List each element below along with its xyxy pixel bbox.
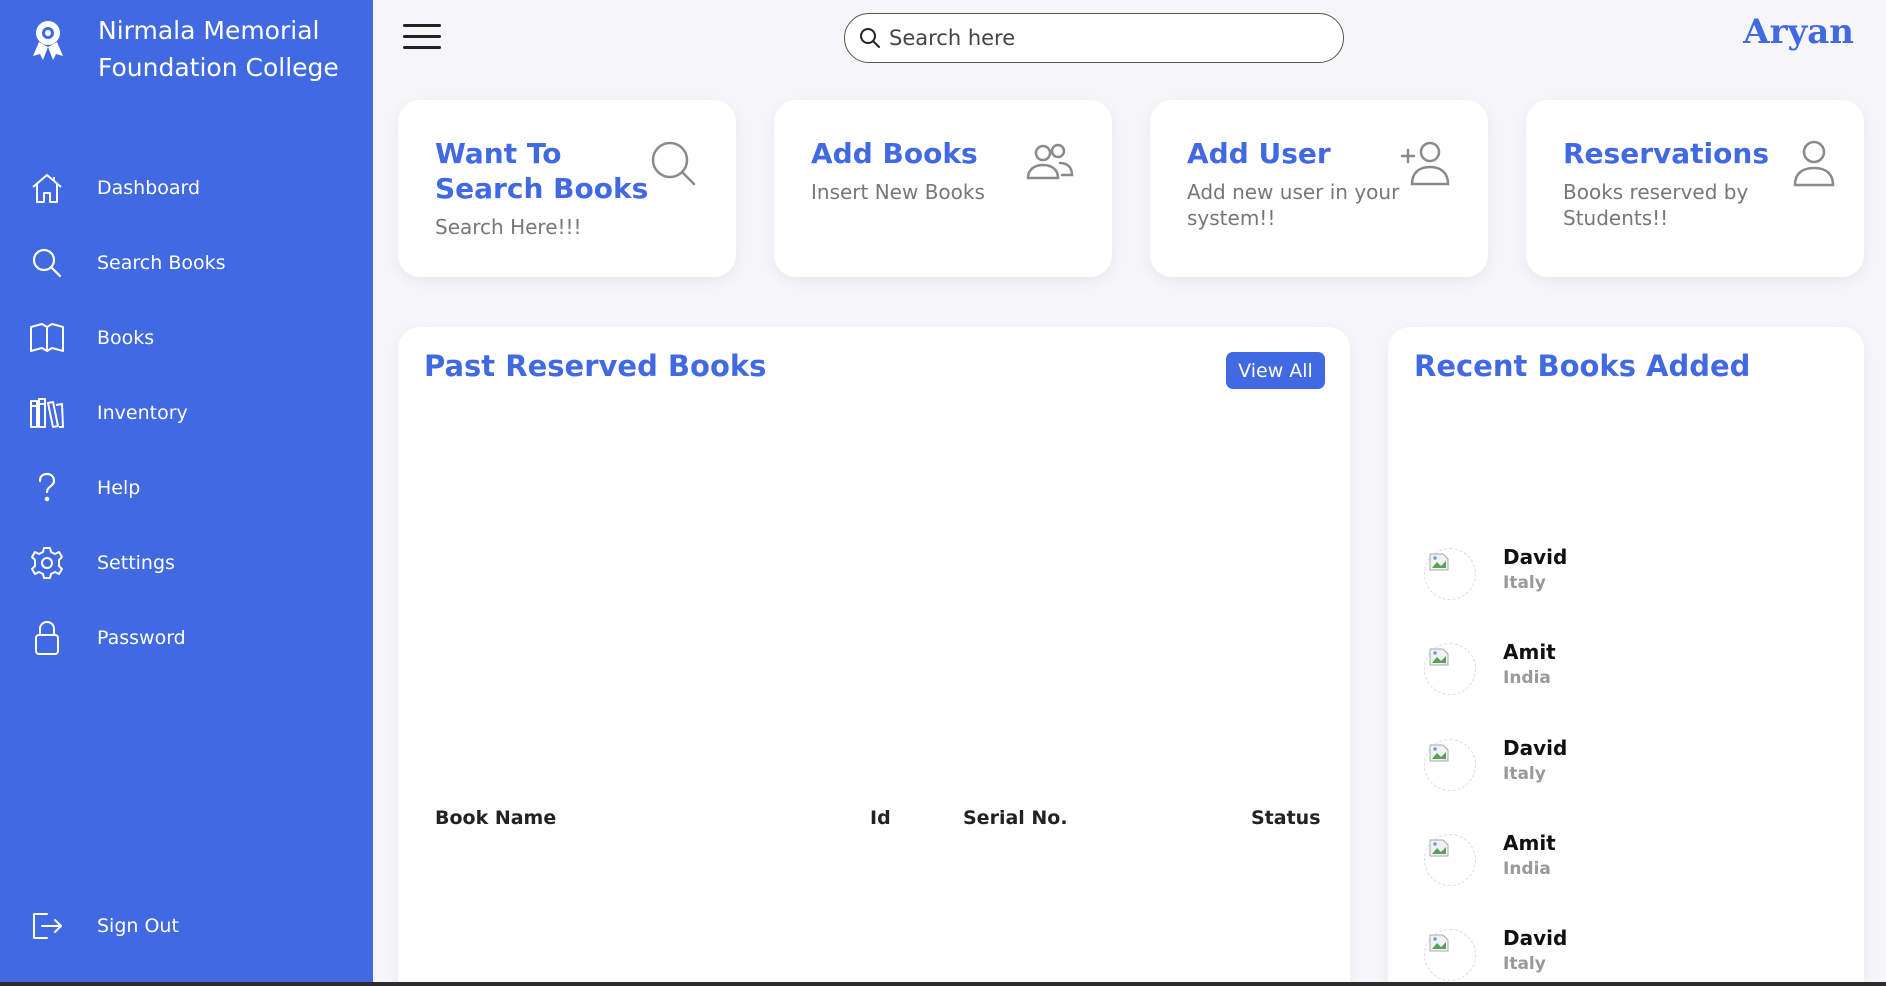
recent-item-name: Amit	[1503, 640, 1556, 664]
list-item[interactable]: Amit India	[1424, 831, 1824, 891]
card-title: Reservations	[1563, 137, 1769, 170]
avatar	[1424, 929, 1476, 981]
sign-out-label: Sign Out	[97, 914, 179, 937]
column-header-serial-no[interactable]: Serial No.	[963, 807, 1068, 829]
avatar	[1424, 643, 1476, 695]
column-header-id[interactable]: Id	[870, 807, 891, 829]
recent-item-country: Italy	[1503, 573, 1546, 593]
window-bottom-edge	[0, 982, 1886, 986]
sidebar-item-label: Help	[97, 476, 141, 499]
sidebar-item-label: Inventory	[97, 401, 188, 424]
card-reservations[interactable]: Reservations Books reserved by Students!…	[1526, 100, 1864, 277]
avatar	[1424, 739, 1476, 791]
card-add-user[interactable]: Add User Add new user in your system!!	[1150, 100, 1488, 277]
users-icon	[1026, 143, 1074, 180]
card-search-books[interactable]: Want To Search Books Search Here!!!	[398, 100, 736, 277]
menu-toggle-button[interactable]	[403, 24, 443, 52]
card-title: Add Books	[811, 137, 978, 170]
help-icon	[28, 469, 66, 507]
card-subtitle: Insert New Books	[811, 180, 985, 204]
search-bar	[844, 13, 1344, 63]
view-all-button[interactable]: View All	[1226, 352, 1325, 389]
sidebar-item-settings[interactable]: Settings	[0, 525, 373, 600]
recent-item-name: Amit	[1503, 831, 1556, 855]
list-item[interactable]: Amit India	[1424, 640, 1824, 700]
user-icon	[1793, 140, 1835, 187]
recent-item-country: Italy	[1503, 764, 1546, 784]
home-icon	[28, 169, 66, 207]
sidebar-item-label: Settings	[97, 551, 175, 574]
sign-out-icon	[28, 907, 66, 945]
search-icon	[860, 28, 880, 48]
card-subtitle: Books reserved by Students!!	[1563, 180, 1749, 230]
search-icon	[28, 244, 66, 282]
sidebar-item-books[interactable]: Books	[0, 300, 373, 375]
app-window: Nirmala Memorial Foundation College Dash…	[0, 0, 1886, 982]
sign-out-section: Sign Out	[0, 888, 373, 963]
lock-icon	[28, 619, 66, 657]
brand[interactable]: Nirmala Memorial Foundation College	[28, 12, 358, 86]
list-item[interactable]: David Italy	[1424, 736, 1824, 796]
sign-out-button[interactable]: Sign Out	[0, 888, 373, 963]
sidebar-item-dashboard[interactable]: Dashboard	[0, 150, 373, 225]
user-name[interactable]: Aryan	[1743, 12, 1854, 52]
gear-icon	[28, 544, 66, 582]
recent-item-name: David	[1503, 736, 1568, 760]
search-icon	[651, 141, 696, 186]
avatar	[1424, 548, 1476, 600]
book-open-icon	[28, 319, 66, 357]
broken-image-icon	[1429, 553, 1449, 571]
recent-item-country: India	[1503, 668, 1551, 688]
hamburger-line	[403, 24, 441, 27]
hamburger-line	[403, 35, 441, 38]
card-subtitle: Search Here!!!	[435, 215, 582, 239]
broken-image-icon	[1429, 744, 1449, 762]
add-user-icon	[1400, 141, 1450, 186]
broken-image-icon	[1429, 934, 1449, 952]
panel-title: Recent Books Added	[1414, 349, 1751, 383]
card-title: Want To Search Books	[435, 137, 649, 205]
recent-item-country: India	[1503, 859, 1551, 879]
sidebar-item-label: Search Books	[97, 251, 226, 274]
hamburger-line	[403, 46, 441, 49]
avatar	[1424, 834, 1476, 886]
sidebar-item-inventory[interactable]: Inventory	[0, 375, 373, 450]
broken-image-icon	[1429, 648, 1449, 666]
sidebar-item-label: Password	[97, 626, 186, 649]
sidebar-item-help[interactable]: Help	[0, 450, 373, 525]
recent-item-name: David	[1503, 545, 1568, 569]
sidebar-item-search-books[interactable]: Search Books	[0, 225, 373, 300]
library-icon	[28, 394, 66, 432]
sidebar: Nirmala Memorial Foundation College Dash…	[0, 0, 373, 982]
card-add-books[interactable]: Add Books Insert New Books	[774, 100, 1112, 277]
column-header-status[interactable]: Status	[1251, 807, 1321, 829]
sidebar-item-label: Books	[97, 326, 155, 349]
card-title: Add User	[1187, 137, 1331, 170]
search-input[interactable]	[889, 26, 1329, 50]
sidebar-nav: Dashboard Search Books Books Inventory H…	[0, 150, 373, 675]
recent-item-country: Italy	[1503, 954, 1546, 974]
recent-item-name: David	[1503, 926, 1568, 950]
brand-title: Nirmala Memorial Foundation College	[98, 16, 339, 82]
sidebar-item-label: Dashboard	[97, 176, 201, 199]
past-reserved-panel: Past Reserved Books View All Book Name I…	[398, 327, 1350, 982]
column-header-book-name[interactable]: Book Name	[435, 807, 556, 829]
sidebar-item-password[interactable]: Password	[0, 600, 373, 675]
card-subtitle: Add new user in your system!!	[1187, 180, 1400, 230]
recent-books-panel: Recent Books Added David Italy Amit Indi…	[1388, 327, 1864, 982]
award-ribbon-icon	[33, 21, 63, 60]
list-item[interactable]: David Italy	[1424, 545, 1824, 605]
broken-image-icon	[1429, 839, 1449, 857]
panel-title: Past Reserved Books	[424, 349, 767, 383]
list-item[interactable]: David Italy	[1424, 926, 1824, 982]
